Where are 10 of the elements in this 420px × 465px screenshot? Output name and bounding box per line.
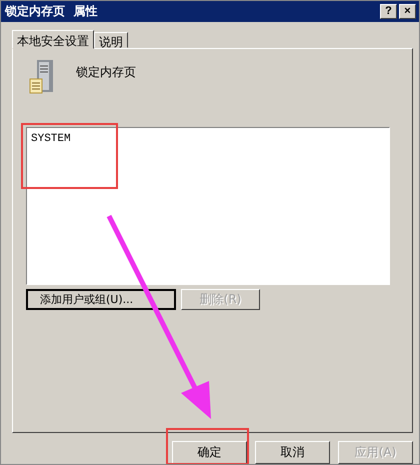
- tab[interactable]: 说明: [94, 32, 128, 48]
- close-button[interactable]: ×: [399, 4, 416, 19]
- dialog-button[interactable]: 确定: [172, 441, 247, 464]
- policy-name: 锁定内存页: [76, 64, 136, 81]
- list-item[interactable]: SYSTEM: [30, 132, 72, 145]
- list-button[interactable]: 添加用户或组(U)...: [26, 288, 176, 310]
- tab[interactable]: 本地安全设置: [12, 30, 94, 49]
- help-button[interactable]: ?: [380, 4, 397, 19]
- dialog-button[interactable]: 取消: [255, 441, 330, 464]
- window-title: 锁定内存页 属性: [5, 2, 98, 20]
